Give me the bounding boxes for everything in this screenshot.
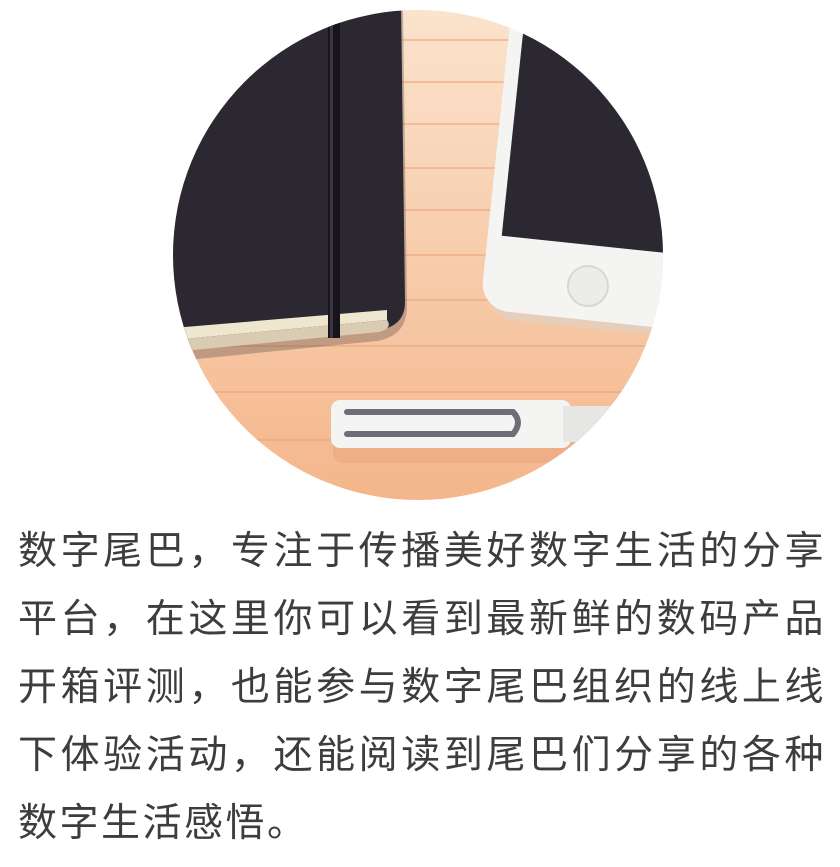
description-text: 数字尾巴，专注于传播美好数字生活的分享平台，在这里你可以看到最新鲜的数码产品开箱…	[18, 529, 826, 846]
pen-icon	[331, 400, 663, 463]
desk-illustration	[173, 10, 663, 500]
smartphone-icon	[482, 10, 663, 336]
notebook-icon	[173, 10, 407, 361]
